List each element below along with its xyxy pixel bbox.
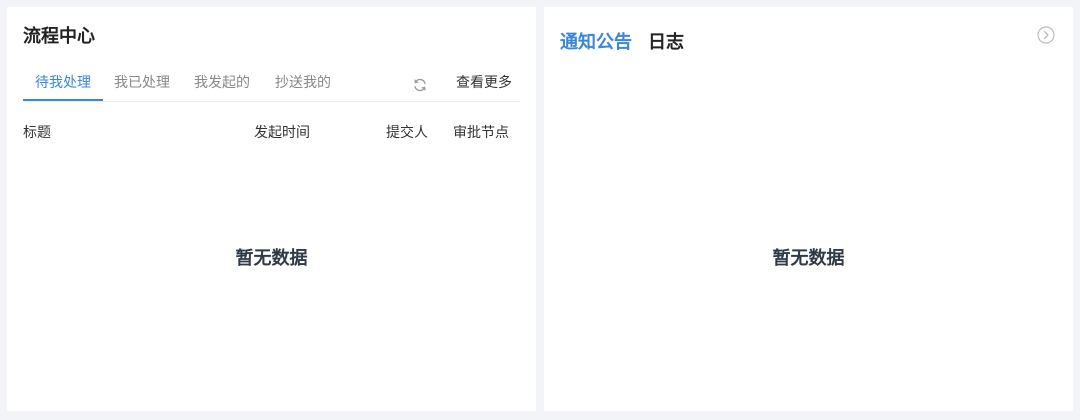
refresh-icon[interactable] — [412, 77, 428, 93]
column-header-approval-node: 审批节点 — [453, 125, 509, 141]
tab-initiated[interactable]: 我发起的 — [194, 71, 250, 99]
tab-processed[interactable]: 我已处理 — [114, 71, 170, 99]
process-tabs: 待我处理 我已处理 我发起的 抄送我的 查看更多 — [23, 71, 520, 102]
chevron-right-circle-icon[interactable] — [1037, 26, 1055, 44]
notice-panel: 通知公告 日志 暂无数据 — [544, 7, 1073, 411]
process-center-panel: 流程中心 待我处理 我已处理 我发起的 抄送我的 查看更多 标题 发起时间 提交… — [7, 7, 536, 411]
tab-cc-to-me[interactable]: 抄送我的 — [275, 71, 331, 99]
process-center-title: 流程中心 — [23, 26, 95, 47]
column-header-submitter: 提交人 — [386, 125, 428, 141]
column-header-title: 标题 — [23, 125, 51, 141]
table-header: 标题 发起时间 提交人 审批节点 — [23, 123, 520, 143]
column-header-start-time: 发起时间 — [254, 125, 310, 141]
tab-log[interactable]: 日志 — [648, 31, 684, 55]
tab-pending[interactable]: 待我处理 — [23, 71, 103, 101]
empty-state-text: 暂无数据 — [772, 248, 845, 269]
empty-state-text: 暂无数据 — [235, 248, 308, 269]
tab-notice[interactable]: 通知公告 — [560, 31, 632, 55]
view-more-link[interactable]: 查看更多 — [456, 71, 512, 95]
